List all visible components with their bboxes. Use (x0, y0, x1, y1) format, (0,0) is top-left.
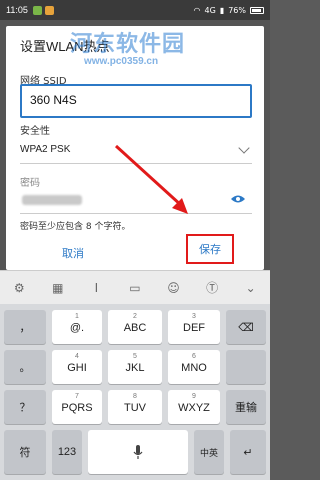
security-value: WPA2 PSK (20, 144, 71, 155)
wifi-icon: ◠ (193, 5, 201, 15)
watermark-text: 河东软件园 (70, 32, 186, 57)
keyboard-toolbar: ⚙ ▦ I ▭ ☺ Ⓣ ⌄ (0, 270, 270, 304)
battery-icon (250, 6, 264, 14)
key-5[interactable]: 5 JKL (108, 350, 162, 384)
space-key[interactable] (88, 430, 188, 474)
cursor-icon[interactable]: I (87, 279, 105, 297)
backspace-key[interactable]: ⌫ (226, 310, 266, 344)
key-2[interactable]: 2 ABC (108, 310, 162, 344)
reenter-key[interactable]: 重输 (226, 390, 266, 424)
zh-en-key[interactable]: 中英 (194, 430, 224, 474)
theme-icon[interactable]: Ⓣ (203, 279, 221, 297)
key-7[interactable]: 7 PQRS (52, 390, 102, 424)
security-label: 安全性 (20, 126, 50, 137)
watermark-url: www.pc0359.cn (84, 56, 159, 67)
key-4[interactable]: 4 GHI (52, 350, 102, 384)
emoji-icon[interactable]: ☺ (165, 279, 183, 297)
signal-icon: ▮ (219, 5, 225, 15)
key-8[interactable]: 8 TUV (108, 390, 162, 424)
mic-icon (133, 445, 143, 459)
show-password-icon[interactable] (230, 194, 246, 204)
password-input[interactable] (20, 190, 252, 214)
status-time: 11:05 (6, 5, 28, 15)
keyboard-layout-icon[interactable]: ▦ (49, 279, 67, 297)
wlan-hotspot-dialog: 设置WLAN热点 河东软件园 www.pc0359.cn 网络 SSID 360… (6, 26, 264, 270)
ssid-input[interactable]: 360 N4S (20, 84, 252, 118)
security-select[interactable]: WPA2 PSK (20, 138, 252, 164)
status-right: ◠ 4G ▮ 76% (194, 6, 264, 15)
key-punct-2[interactable]: 。 (4, 350, 46, 384)
cancel-button[interactable]: 取消 (22, 240, 102, 266)
clipboard-icon[interactable]: ▭ (126, 279, 144, 297)
key-6[interactable]: 6 MNO (168, 350, 220, 384)
key-1[interactable]: 1 @. (52, 310, 102, 344)
password-value-blurred (22, 195, 82, 205)
key-punct-1[interactable]: ， (4, 310, 46, 344)
notification-icon-2 (44, 5, 54, 15)
num-key[interactable]: 123 (52, 430, 82, 474)
key-punct-3[interactable]: ？ (4, 390, 46, 424)
symbol-key[interactable]: 符 (4, 430, 46, 474)
network-type: 4G (204, 5, 216, 15)
password-hint: 密码至少应包含 8 个字符。 (20, 222, 131, 232)
enter-key[interactable]: ↵ (230, 430, 266, 474)
status-bar: 11:05 ◠ 4G ▮ 76% (0, 0, 270, 20)
chevron-down-icon (238, 142, 250, 154)
notification-icon (32, 5, 42, 15)
password-label: 密码 (20, 178, 40, 189)
collapse-keyboard-icon[interactable]: ⌄ (242, 279, 260, 297)
key-9[interactable]: 9 WXYZ (168, 390, 220, 424)
battery-percent: 76% (228, 5, 246, 15)
key-3[interactable]: 3 DEF (168, 310, 220, 344)
save-button[interactable]: 保存 (186, 234, 234, 264)
key-empty[interactable] (226, 350, 266, 384)
keyboard: ， 1 @. 2 ABC 3 DEF ⌫ 。 4 GHI 5 JKL 6 MNO ？ 7 PQ… (0, 304, 270, 480)
settings-icon[interactable]: ⚙ (10, 279, 28, 297)
